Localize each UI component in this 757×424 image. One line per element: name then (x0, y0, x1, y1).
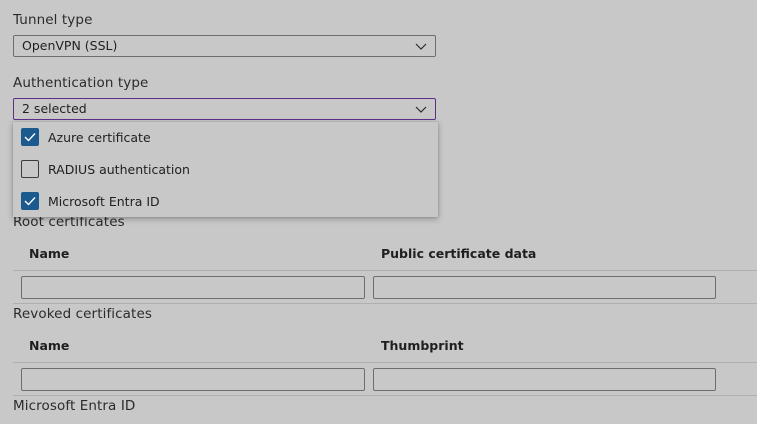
chevron-down-icon (415, 106, 427, 113)
tunnel-type-label: Tunnel type (13, 12, 93, 28)
revoked-cert-name-input[interactable] (21, 368, 365, 391)
authentication-type-dropdown: Azure certificate RADIUS authentication … (13, 122, 438, 217)
authentication-type-select[interactable]: 2 selected (13, 98, 436, 120)
root-cert-name-input[interactable] (21, 276, 365, 299)
revoked-cert-col-name: Name (29, 338, 70, 353)
radius-authentication-checkbox[interactable] (21, 160, 39, 178)
chevron-down-icon (415, 43, 427, 50)
option-azure-certificate[interactable]: Azure certificate (21, 127, 151, 147)
table-divider (13, 270, 757, 271)
microsoft-entra-id-checkbox[interactable] (21, 192, 39, 210)
tunnel-type-select[interactable]: OpenVPN (SSL) (13, 35, 436, 57)
option-label: Azure certificate (48, 129, 151, 145)
tunnel-type-value: OpenVPN (SSL) (22, 38, 118, 53)
table-divider (13, 362, 757, 363)
option-microsoft-entra-id[interactable]: Microsoft Entra ID (21, 191, 160, 211)
revoked-certificates-title: Revoked certificates (13, 306, 152, 322)
option-radius-authentication[interactable]: RADIUS authentication (21, 159, 190, 179)
table-divider (13, 303, 757, 304)
revoked-cert-col-thumbprint: Thumbprint (381, 338, 464, 353)
checkmark-icon (24, 133, 36, 142)
table-divider (13, 395, 757, 396)
root-cert-data-input[interactable] (373, 276, 716, 299)
authentication-type-label: Authentication type (13, 75, 149, 91)
revoked-cert-thumbprint-input[interactable] (373, 368, 716, 391)
azure-certificate-checkbox[interactable] (21, 128, 39, 146)
option-label: Microsoft Entra ID (48, 193, 160, 209)
entra-id-section-title: Microsoft Entra ID (13, 398, 136, 414)
root-cert-col-name: Name (29, 246, 70, 261)
checkmark-icon (24, 197, 36, 206)
authentication-type-value: 2 selected (22, 101, 87, 116)
root-cert-col-data: Public certificate data (381, 246, 537, 261)
option-label: RADIUS authentication (48, 161, 190, 177)
